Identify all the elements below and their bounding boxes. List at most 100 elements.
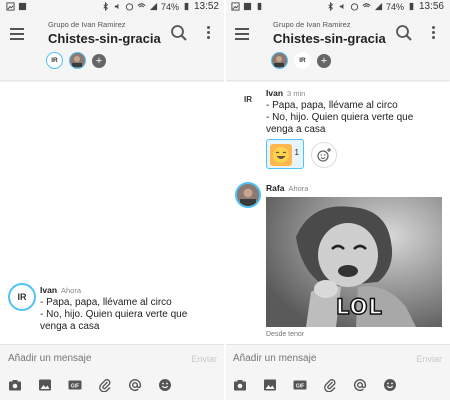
signal-icon [149, 2, 158, 11]
battery-percent: 74% [160, 1, 179, 12]
emoji-icon[interactable] [158, 378, 172, 392]
message-time: 3 min [287, 89, 306, 98]
more-options-icon[interactable] [205, 26, 211, 40]
image-icon[interactable] [38, 378, 52, 392]
image-notification-icon [6, 2, 15, 11]
person-photo-icon [272, 53, 286, 67]
laughing-emoji-icon [270, 144, 292, 166]
group-title: Chistes-sin-gracia [48, 31, 161, 46]
app-bar: Grupo de Ivan Ramirez Chistes-sin-gracia… [0, 14, 225, 80]
group-owner: Grupo de Ivan Ramirez [273, 20, 351, 29]
signal-icon [374, 2, 383, 11]
camera-icon[interactable] [8, 378, 22, 392]
gif-source: Desde tenor [266, 331, 305, 338]
image-icon[interactable] [263, 378, 277, 392]
message-time: Ahora [61, 286, 82, 295]
member-avatar-rafa[interactable] [69, 52, 86, 69]
clock: 13:56 [418, 1, 444, 12]
send-button[interactable]: Enviar [191, 354, 217, 364]
message-time: Ahora [288, 184, 309, 193]
send-button[interactable]: Enviar [416, 354, 442, 364]
sender-name: Ivan [40, 285, 58, 295]
phone-screen-right: 74% 13:56 Grupo de Ivan Ramirez Chistes-… [225, 0, 450, 400]
menu-icon[interactable] [10, 28, 24, 40]
battery-percent: 74% [385, 1, 404, 12]
message-input[interactable] [8, 353, 183, 364]
menu-icon[interactable] [235, 28, 249, 40]
message-header: Ivan Ahora [40, 285, 81, 295]
message-line: venga a casa [40, 321, 100, 332]
wifi-icon [137, 3, 146, 10]
image-notification-icon [231, 2, 240, 11]
composer-tools: GIF [233, 378, 397, 392]
reaction-chip[interactable]: 1 [266, 139, 304, 169]
status-bar: 74% 13:56 [225, 0, 450, 14]
divider [224, 0, 226, 400]
message-avatar-rafa[interactable] [235, 182, 261, 208]
wifi-icon [362, 3, 371, 10]
search-icon[interactable] [170, 24, 188, 42]
more-options-icon[interactable] [430, 26, 436, 40]
clock: 13:52 [193, 1, 219, 12]
message-avatar-ir[interactable]: IR [8, 283, 36, 311]
member-avatar-rafa[interactable] [271, 52, 288, 69]
app-bar: Grupo de Ivan Ramirez Chistes-sin-gracia… [225, 14, 450, 80]
message-avatar-ir[interactable]: IR [237, 88, 259, 110]
gif-image[interactable]: LOL [266, 197, 442, 327]
composer: Enviar GIF [225, 344, 450, 400]
add-reaction-button[interactable] [311, 142, 337, 168]
member-list: IR + [271, 52, 331, 69]
reaction-count: 1 [294, 148, 299, 157]
attach-icon[interactable] [98, 378, 112, 392]
composer: Enviar GIF [0, 344, 225, 400]
battery-icon [409, 2, 414, 11]
member-avatar-ir[interactable]: IR [46, 52, 63, 69]
message-text: - Papa, papa, llévame al circo - No, hij… [40, 297, 187, 333]
message-line: - Papa, papa, llévame al circo [266, 100, 398, 111]
search-icon[interactable] [395, 24, 413, 42]
phone-notification-icon [257, 2, 262, 11]
bluetooth-icon [103, 2, 108, 11]
photo-notification-icon [243, 2, 252, 11]
bluetooth-icon [328, 2, 333, 11]
status-bar: 74% 13:52 [0, 0, 225, 14]
person-photo-icon [70, 53, 84, 67]
sender-name: Ivan [266, 88, 284, 98]
message-header: Rafa Ahora [266, 183, 308, 193]
mute-icon [114, 3, 119, 10]
photo-notification-icon [18, 2, 27, 11]
message-line: - No, hijo. Quien quiera verte que [266, 112, 414, 123]
add-member-button[interactable]: + [92, 53, 106, 68]
camera-icon[interactable] [233, 378, 247, 392]
mute-icon [339, 3, 344, 10]
mention-icon[interactable] [353, 378, 367, 392]
screens: 74% 13:52 Grupo de Ivan Ramirez Chistes-… [0, 0, 450, 400]
gif-icon[interactable]: GIF [68, 378, 82, 392]
gif-icon[interactable]: GIF [293, 378, 307, 392]
gif-caption: LOL [335, 294, 383, 320]
member-list: IR + [46, 52, 106, 69]
battery-icon [184, 2, 189, 11]
member-avatar-ir[interactable]: IR [294, 52, 311, 69]
attach-icon[interactable] [323, 378, 337, 392]
svg-text:GIF: GIF [296, 383, 304, 389]
message-line: - Papa, papa, llévame al circo [40, 297, 172, 308]
message-line: venga a casa [266, 124, 326, 135]
phone-screen-left: 74% 13:52 Grupo de Ivan Ramirez Chistes-… [0, 0, 225, 400]
message-text: - Papa, papa, llévame al circo - No, hij… [266, 100, 413, 136]
add-emoji-icon [317, 148, 331, 162]
emoji-icon[interactable] [383, 378, 397, 392]
message-header: Ivan 3 min [266, 88, 305, 98]
alarm-icon [350, 3, 359, 11]
sender-name: Rafa [266, 183, 285, 193]
mention-icon[interactable] [128, 378, 142, 392]
message-input[interactable] [233, 353, 408, 364]
add-member-button[interactable]: + [317, 53, 331, 68]
composer-tools: GIF [8, 378, 172, 392]
group-title: Chistes-sin-gracia [273, 31, 386, 46]
alarm-icon [125, 3, 134, 11]
group-owner: Grupo de Ivan Ramirez [48, 20, 126, 29]
svg-text:GIF: GIF [71, 383, 79, 389]
person-photo-icon [237, 184, 259, 206]
message-line: - No, hijo. Quien quiera verte que [40, 309, 188, 320]
